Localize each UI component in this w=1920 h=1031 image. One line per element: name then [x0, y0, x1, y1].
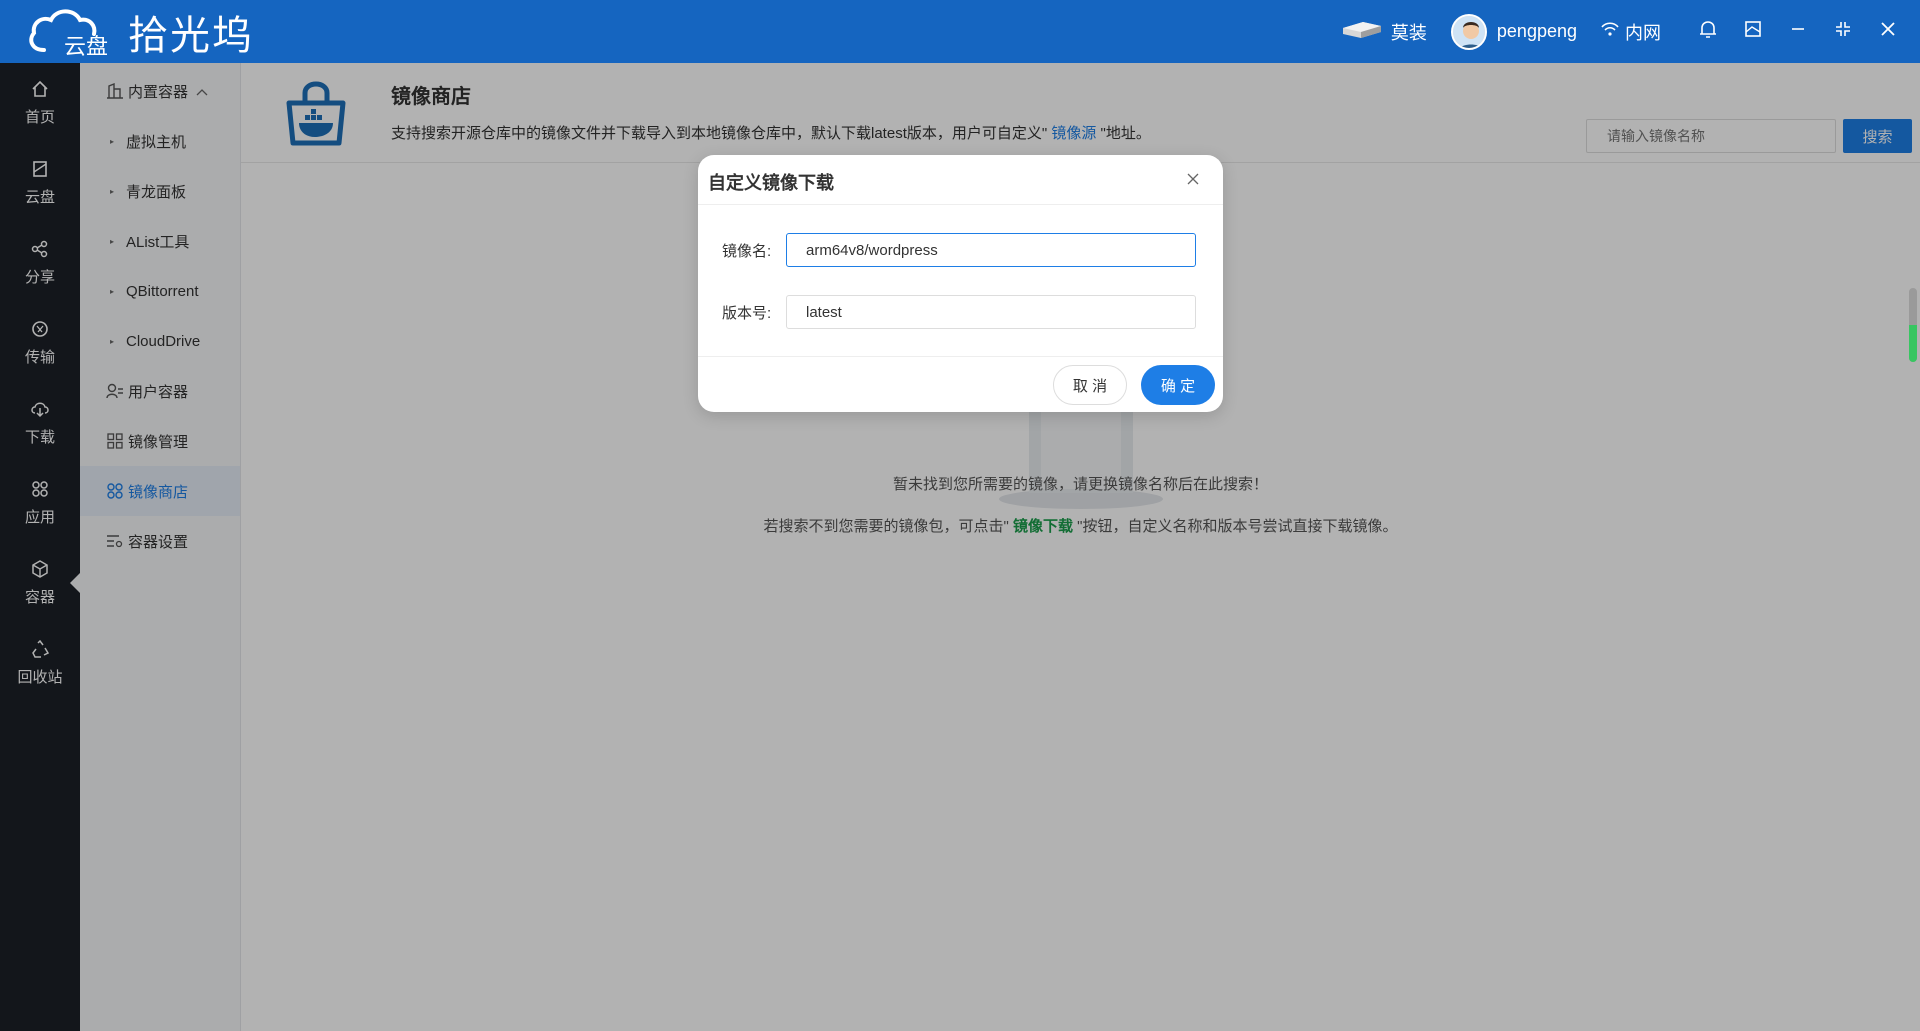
image-name-row: 镜像名: [722, 233, 1196, 267]
wifi-icon [1601, 21, 1619, 42]
cancel-button[interactable]: 取 消 [1053, 365, 1127, 405]
restore-icon [1834, 20, 1852, 43]
notification-button[interactable] [1685, 0, 1730, 63]
title-bar: 云盘 拾光坞 莫装 pengpeng 内网 [0, 0, 1920, 63]
version-label: 版本号: [722, 304, 772, 322]
avatar [1450, 13, 1487, 50]
app-logo: 云盘 拾光坞 [26, 6, 254, 60]
dialog-header: 自定义镜像下载 [698, 155, 1223, 205]
username: pengpeng [1496, 21, 1577, 41]
bell-icon [1699, 19, 1717, 44]
image-name-label: 镜像名: [722, 242, 772, 260]
dialog-close-button[interactable] [1183, 169, 1203, 189]
version-row: 版本号: [722, 295, 1196, 329]
logo-title: 拾光坞 [128, 13, 254, 59]
version-input[interactable] [786, 295, 1196, 329]
dialog-title: 自定义镜像下载 [708, 173, 834, 193]
custom-image-download-dialog: 自定义镜像下载 镜像名: 版本号: 取 消 确 定 [698, 155, 1223, 412]
network-status[interactable]: 内网 [1601, 19, 1661, 45]
restore-button[interactable] [1820, 0, 1865, 63]
close-icon [1880, 21, 1896, 42]
dialog-divider [698, 356, 1223, 357]
user-profile[interactable]: pengpeng [1450, 13, 1577, 50]
close-icon [1187, 169, 1199, 189]
close-window-button[interactable] [1865, 0, 1910, 63]
device-name: 莫装 [1390, 22, 1427, 43]
confirm-button[interactable]: 确 定 [1141, 365, 1215, 405]
minimize-button[interactable] [1775, 0, 1820, 63]
minimize-icon [1790, 21, 1806, 42]
screenshot-button[interactable] [1730, 0, 1775, 63]
logo-cloud-text: 云盘 [64, 35, 108, 58]
network-label: 内网 [1625, 22, 1661, 43]
cloud-logo-icon: 云盘 [26, 6, 116, 60]
image-name-input[interactable] [786, 233, 1196, 267]
device-selector[interactable]: 莫装 [1341, 18, 1427, 45]
scrollbar-indicator [1909, 325, 1917, 362]
device-icon [1341, 18, 1383, 45]
picture-icon [1744, 20, 1762, 43]
